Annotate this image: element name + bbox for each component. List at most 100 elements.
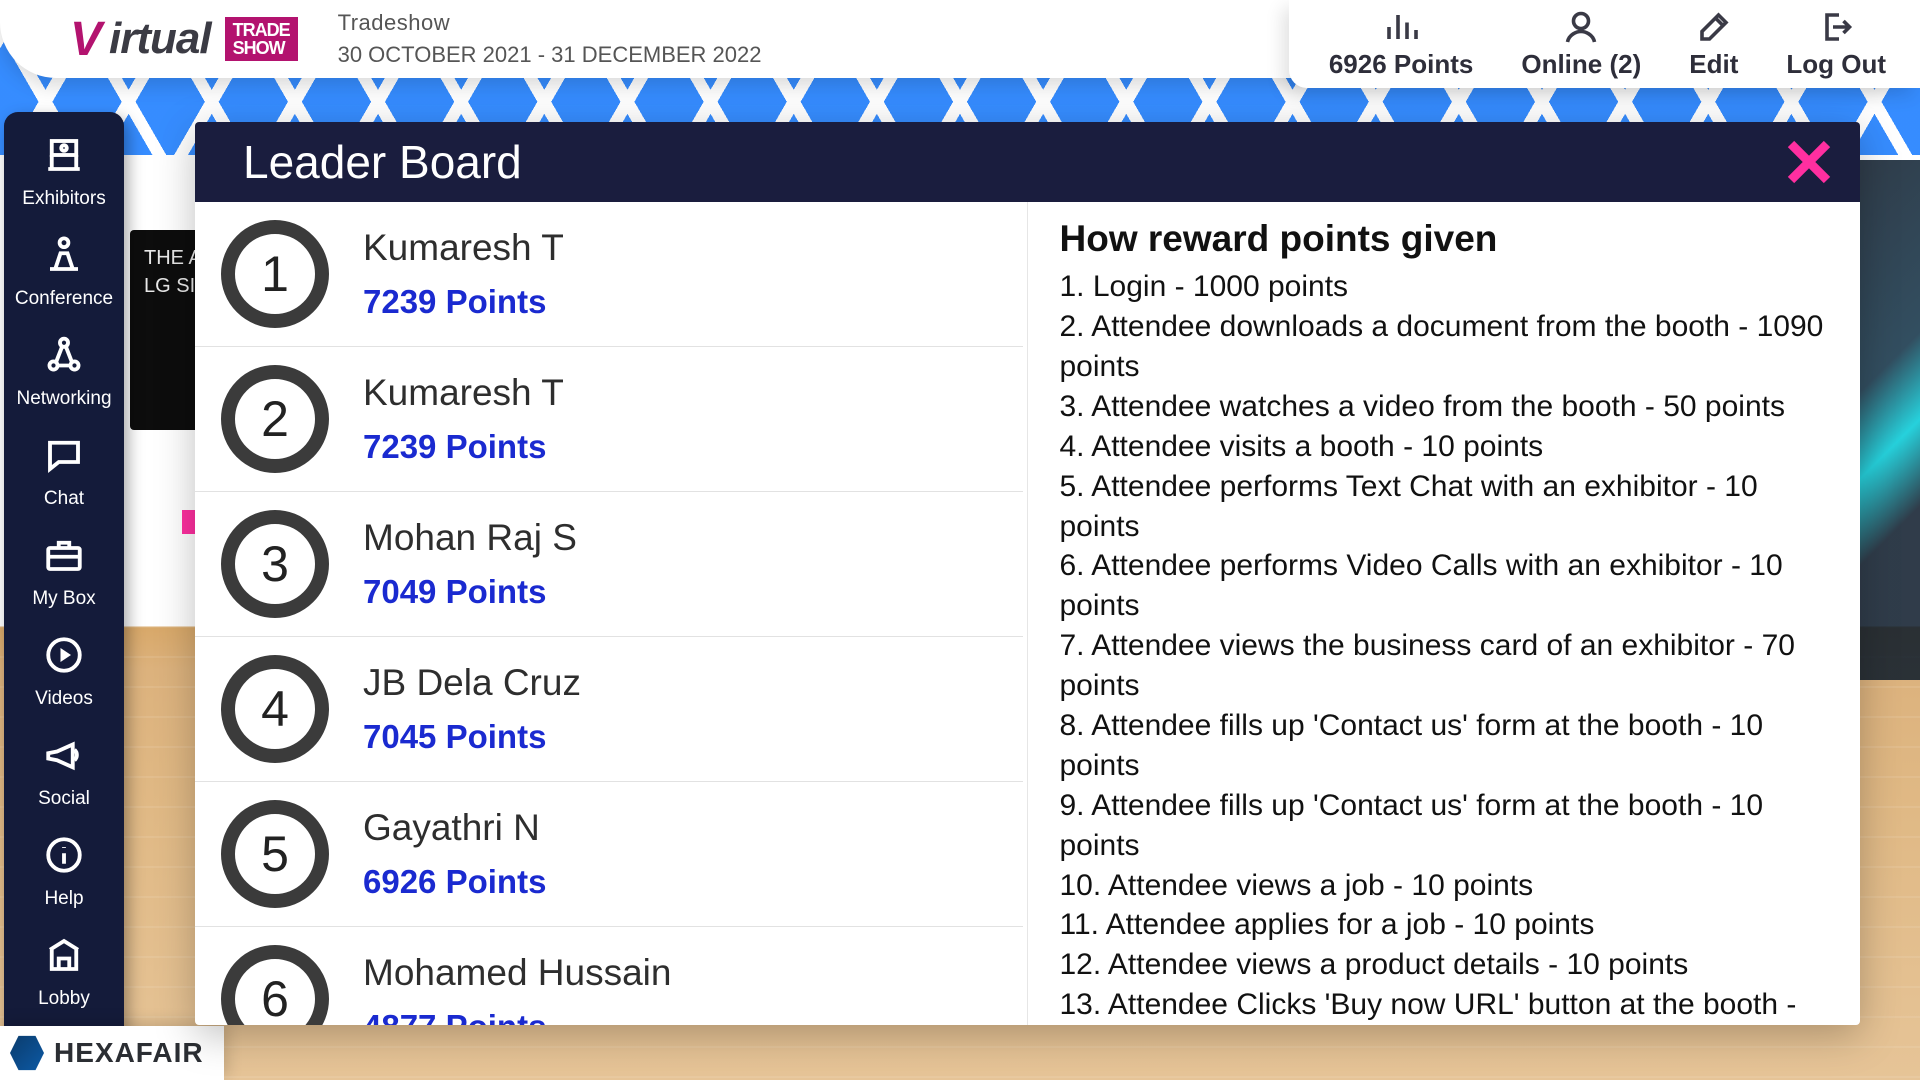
sidebar-item-label: Help [44,888,83,910]
leader-row: 4 JB Dela Cruz 7045 Points [195,637,1023,782]
rank-info: Gayathri N 6926 Points [363,807,546,901]
rule-line: 13. Attendee Clicks 'Buy now URL' button… [1060,985,1825,1025]
sidebar-item-chat[interactable]: Chat [4,424,124,524]
sidebar-item-label: Social [38,788,90,810]
modal-title: Leader Board [243,135,522,189]
sidebar-item-label: Conference [15,288,113,310]
lobby-icon [43,934,85,982]
rank-badge: 4 [221,655,329,763]
footer-brand[interactable]: HEXAFAIR [0,1026,224,1080]
rule-line: 7. Attendee views the business card of a… [1060,626,1825,706]
rule-line: 8. Attendee fills up 'Contact us' form a… [1060,706,1825,786]
rank-badge: 2 [221,365,329,473]
rule-line: 11. Attendee applies for a job - 10 poin… [1060,905,1825,945]
rule-line: 9. Attendee fills up 'Contact us' form a… [1060,786,1825,866]
modal-body: 1 Kumaresh T 7239 Points 2 Kumaresh T 72… [195,202,1860,1025]
rank-info: Kumaresh T 7239 Points [363,372,564,466]
leader-points: 7049 Points [363,573,577,611]
bar-chart-icon [1383,9,1419,45]
brand-badge-top: TRADE [233,21,290,39]
leader-list[interactable]: 1 Kumaresh T 7239 Points 2 Kumaresh T 72… [195,202,1028,1025]
sidebar-item-lobby[interactable]: Lobby [4,924,124,1024]
right-exhibit-graphic [1860,160,1920,680]
leader-row: 5 Gayathri N 6926 Points [195,782,1023,927]
rule-line: 1. Login - 1000 points [1060,267,1825,307]
rank-info: Mohan Raj S 7049 Points [363,517,577,611]
modal-header: Leader Board [195,122,1860,202]
sidebar-item-networking[interactable]: Networking [4,324,124,424]
brand-badge: TRADE SHOW [225,17,298,61]
leader-row: 1 Kumaresh T 7239 Points [195,202,1023,347]
rule-line: 10. Attendee views a job - 10 points [1060,866,1825,906]
logout-button[interactable]: Log Out [1786,9,1886,80]
sidebar-item-label: Chat [44,488,84,510]
logout-icon [1818,9,1854,45]
rules-panel[interactable]: How reward points given 1. Login - 1000 … [1028,202,1861,1025]
leader-row: 2 Kumaresh T 7239 Points [195,347,1023,492]
info-icon [43,834,85,882]
leader-points: 7239 Points [363,428,564,466]
sidebar-item-help[interactable]: Help [4,824,124,924]
rule-line: 6. Attendee performs Video Calls with an… [1060,546,1825,626]
left-sidebar: Exhibitors Conference Networking Chat My… [4,112,124,1040]
rank-badge: 6 [221,945,329,1025]
leader-name: Mohamed Hussain [363,952,671,994]
event-dates: 30 OCTOBER 2021 - 31 DECEMBER 2022 [338,42,762,68]
leader-points: 7239 Points [363,283,564,321]
booth-icon [43,134,85,182]
sidebar-item-my-box[interactable]: My Box [4,524,124,624]
points-button[interactable]: 6926 Points [1329,9,1474,80]
sidebar-item-videos[interactable]: Videos [4,624,124,724]
sidebar-item-label: Lobby [38,988,90,1010]
sidebar-item-label: Videos [35,688,93,710]
leader-points: 4877 Points [363,1008,671,1025]
edit-button[interactable]: Edit [1689,9,1738,80]
brand-word: irtual [109,14,211,64]
online-button[interactable]: Online (2) [1521,9,1641,80]
sidebar-item-label: Networking [16,388,111,410]
sidebar-item-conference[interactable]: Conference [4,224,124,324]
rank-badge: 1 [221,220,329,328]
brand-logo: Virtual TRADE SHOW [70,12,298,67]
footer-brand-text: HEXAFAIR [54,1037,204,1069]
leader-points: 6926 Points [363,863,546,901]
podium-icon [43,234,85,282]
event-title: Tradeshow [338,10,762,36]
rule-line: 12. Attendee views a product details - 1… [1060,945,1825,985]
online-label: Online (2) [1521,49,1641,80]
leader-name: Mohan Raj S [363,517,577,559]
rule-line: 5. Attendee performs Text Chat with an e… [1060,467,1825,547]
sidebar-item-exhibitors[interactable]: Exhibitors [4,124,124,224]
rules-title: How reward points given [1060,214,1825,263]
points-label: 6926 Points [1329,49,1474,80]
leader-name: Gayathri N [363,807,546,849]
edit-label: Edit [1689,49,1738,80]
leader-points: 7045 Points [363,718,581,756]
top-actions: 6926 Points Online (2) Edit Log Out [1289,0,1920,88]
leader-row: 6 Mohamed Hussain 4877 Points [195,927,1023,1025]
rule-line: 4. Attendee visits a booth - 10 points [1060,427,1825,467]
rank-badge: 3 [221,510,329,618]
leader-name: Kumaresh T [363,372,564,414]
event-info: Tradeshow 30 OCTOBER 2021 - 31 DECEMBER … [338,10,762,68]
sidebar-item-social[interactable]: Social [4,724,124,824]
edit-icon [1696,9,1732,45]
network-icon [43,334,85,382]
chat-icon [43,434,85,482]
rank-badge: 5 [221,800,329,908]
close-button[interactable] [1782,135,1836,189]
leader-row: 3 Mohan Raj S 7049 Points [195,492,1023,637]
brand-badge-bot: SHOW [233,39,290,57]
logout-label: Log Out [1786,49,1886,80]
megaphone-icon [43,734,85,782]
close-icon [1782,135,1836,189]
hex-logo-icon [10,1034,44,1072]
leader-name: JB Dela Cruz [363,662,581,704]
briefcase-icon [43,534,85,582]
rule-line: 3. Attendee watches a video from the boo… [1060,387,1825,427]
sidebar-item-label: Exhibitors [22,188,105,210]
rank-info: JB Dela Cruz 7045 Points [363,662,581,756]
sidebar-item-label: My Box [32,588,95,610]
rank-info: Mohamed Hussain 4877 Points [363,952,671,1025]
rules-list: 1. Login - 1000 points2. Attendee downlo… [1060,267,1825,1025]
